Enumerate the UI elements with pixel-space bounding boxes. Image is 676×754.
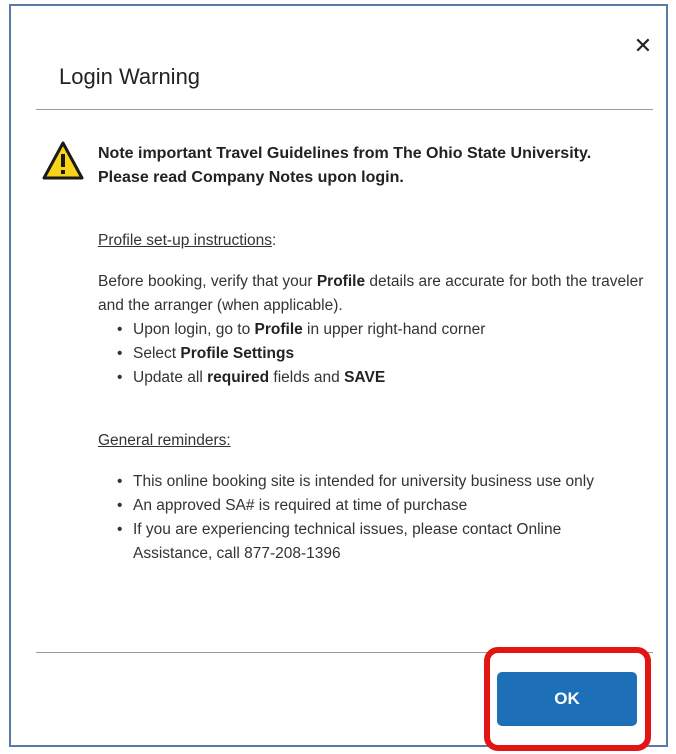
ok-button[interactable]: OK <box>497 672 637 726</box>
warning-icon <box>42 141 84 180</box>
warning-headline: Note important Travel Guidelines from Th… <box>98 145 592 186</box>
profile-instructions-heading: Profile set-up instructions: <box>98 232 277 249</box>
dialog-title: Login Warning <box>59 64 201 89</box>
profile-steps-list: Upon login, go to Profile in upper right… <box>117 318 637 390</box>
footer-divider <box>36 652 653 653</box>
login-warning-dialog: ✕ Login Warning Note important Travel Gu… <box>9 4 668 747</box>
reminders-list: This online booking site is intended for… <box>117 470 637 566</box>
list-item: Update all required fields and SAVE <box>117 366 637 390</box>
header-divider <box>36 109 653 110</box>
general-reminders-heading: General reminders: <box>98 432 231 449</box>
profile-intro-text: Before booking, verify that your Profile… <box>98 273 644 314</box>
list-item: This online booking site is intended for… <box>117 470 637 494</box>
list-item: An approved SA# is required at time of p… <box>117 494 637 518</box>
close-icon[interactable]: ✕ <box>631 34 655 58</box>
list-item: Upon login, go to Profile in upper right… <box>117 318 637 342</box>
list-item: Select Profile Settings <box>117 342 637 366</box>
list-item: If you are experiencing technical issues… <box>117 518 637 566</box>
